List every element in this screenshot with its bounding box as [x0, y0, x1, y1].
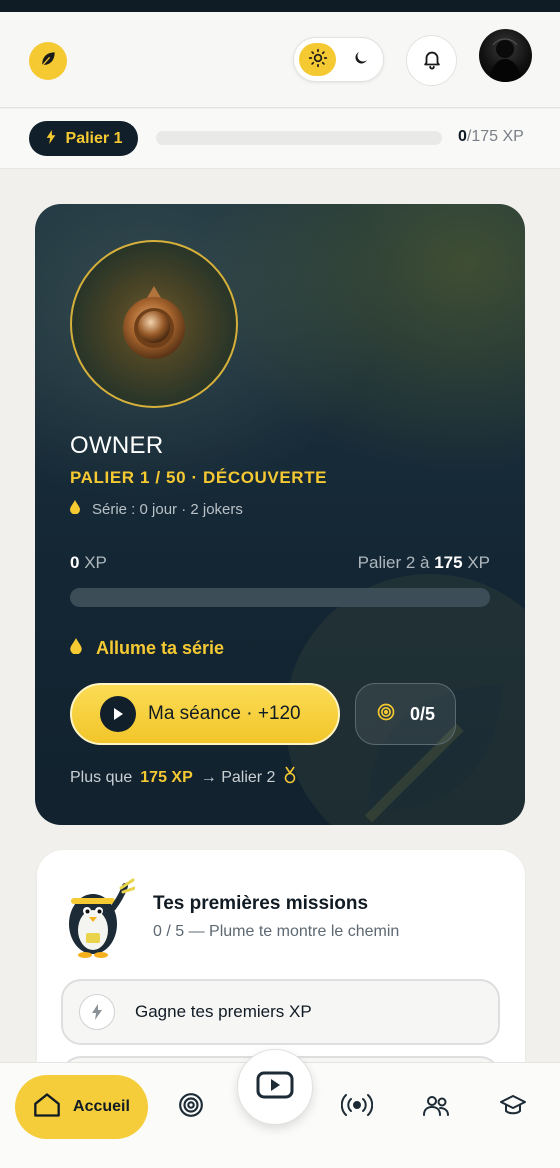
next-tier-unit: XP [462, 553, 490, 572]
nav-learning[interactable] [497, 1091, 529, 1123]
xp-progress-track [156, 131, 442, 145]
sun-icon [308, 48, 328, 72]
drop-icon [70, 638, 82, 659]
play-icon [100, 696, 136, 732]
hero-xp-current: 0 XP [70, 553, 107, 573]
remaining-suffix: → Palier 2 [200, 768, 276, 786]
remaining-value: 175 XP [140, 768, 193, 786]
xp-progress-bar-row: Palier 1 0/175 XP [0, 109, 560, 169]
nav-home-label: Accueil [73, 1098, 130, 1115]
tier-line: PALIER 1 / 50 · DÉCOUVERTE [70, 468, 328, 487]
hero-xp-unit: XP [79, 553, 107, 572]
streak-info: Série : 0 jour · 2 jokers [70, 500, 243, 518]
missions-subtitle: 0 / 5 — Plume te montre le chemin [153, 923, 400, 940]
xp-total: /175 XP [466, 128, 524, 145]
next-tier-prefix: Palier 2 à [357, 553, 435, 572]
xp-current: 0 [458, 128, 467, 145]
theme-toggle[interactable] [293, 37, 384, 82]
remaining-xp-line: Plus que 175 XP → Palier 2 [70, 766, 297, 789]
streak-prompt-label: Allume ta série [96, 638, 225, 658]
hero-next-tier: Palier 2 à 175 XP [358, 553, 490, 573]
bell-icon [421, 48, 443, 74]
penguin-mascot-icon [63, 878, 137, 962]
broadcast-icon [340, 1093, 374, 1121]
users-icon [422, 1093, 450, 1121]
tier-pill-label: Palier 1 [65, 129, 123, 147]
video-play-icon [256, 1070, 294, 1104]
mission-item[interactable]: Gagne tes premiers XP [61, 979, 500, 1045]
streak-text: Série : 0 jour · 2 jokers [92, 500, 243, 518]
start-session-button[interactable]: Ma séance · +120 [70, 683, 340, 745]
target-icon [178, 1092, 204, 1122]
leaf-icon [38, 49, 58, 73]
nav-missions[interactable] [175, 1091, 207, 1123]
mission-item-label: Gagne tes premiers XP [135, 1002, 312, 1021]
moon-icon [352, 49, 370, 71]
profile-hero-card: OWNER PALIER 1 / 50 · DÉCOUVERTE Série :… [35, 204, 525, 825]
notifications-button[interactable] [406, 35, 457, 86]
graduation-cap-icon [499, 1093, 527, 1121]
drop-icon [70, 500, 80, 518]
profile-name: OWNER [70, 432, 164, 459]
nav-play-button[interactable] [237, 1049, 313, 1125]
bolt-icon [45, 129, 57, 148]
streak-prompt[interactable]: Allume ta série [70, 638, 224, 659]
top-bar [0, 12, 560, 108]
avatar[interactable] [479, 29, 532, 82]
missions-title: Tes premières missions [153, 893, 369, 914]
session-button-label: Ma séance · +120 [148, 703, 301, 724]
bolt-icon [79, 994, 115, 1030]
hero-xp-track [70, 588, 490, 607]
tier-pill[interactable]: Palier 1 [29, 121, 138, 156]
target-icon [376, 702, 396, 726]
light-mode-option[interactable] [299, 43, 336, 76]
home-icon [33, 1092, 61, 1122]
missions-count: 0/5 [409, 703, 436, 724]
next-tier-value: 175 [434, 553, 463, 572]
remaining-prefix: Plus que [70, 768, 133, 786]
status-bar [0, 0, 560, 12]
nav-home[interactable]: Accueil [15, 1075, 148, 1139]
bronze-medal-icon [119, 282, 189, 366]
app-logo[interactable] [29, 42, 67, 80]
nav-community[interactable] [420, 1091, 452, 1123]
xp-readout: 0/175 XP [458, 128, 524, 146]
dark-mode-option[interactable] [344, 43, 377, 76]
missions-button[interactable]: 0/5 [355, 683, 456, 745]
medal-icon [283, 766, 297, 789]
nav-live[interactable] [340, 1091, 374, 1123]
tier-badge [70, 240, 238, 408]
